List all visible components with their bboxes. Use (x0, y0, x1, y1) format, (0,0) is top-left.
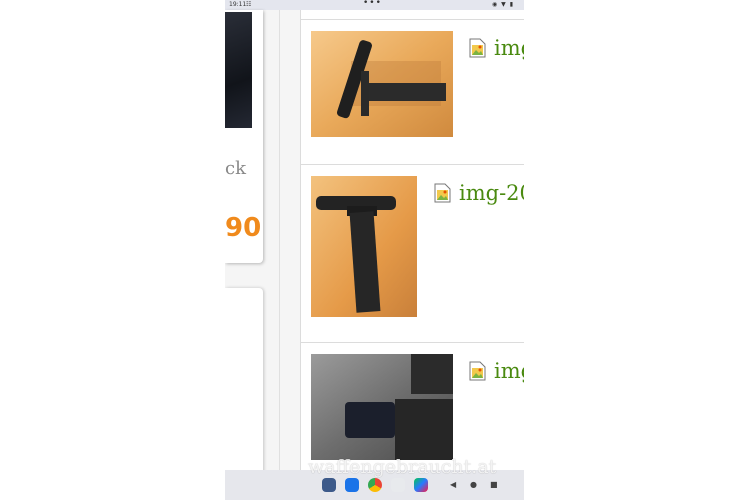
status-bar: 19:11 ☷ ••• ◉ ▼ ▮ (225, 0, 524, 10)
watermark: waffengebraucht.at (308, 456, 497, 478)
listing-card-2[interactable] (225, 288, 263, 478)
status-time: 19:11 (229, 1, 247, 8)
attachment-link[interactable]: img (469, 36, 524, 60)
divider (300, 19, 524, 20)
camera-icon[interactable] (322, 478, 336, 492)
attachment-name[interactable]: img (494, 36, 524, 60)
play-store-icon[interactable] (414, 478, 428, 492)
image-file-icon (469, 38, 486, 58)
attachment-link[interactable]: img (469, 359, 524, 383)
chrome-icon[interactable] (368, 478, 382, 492)
recents-button[interactable]: ■ (490, 480, 498, 489)
attachment-name[interactable]: img (494, 359, 524, 383)
divider (279, 10, 280, 470)
listing-image[interactable] (225, 12, 252, 128)
attachment-link[interactable]: img-20 (434, 181, 524, 205)
phone-screen: 19:11 ☷ ••• ◉ ▼ ▮ ck 90 im img-2 im ◀ ● … (225, 0, 524, 500)
status-icons: ◉ ▼ ▮ (492, 1, 514, 8)
attachment-name[interactable]: img-20 (459, 181, 524, 205)
attachment-thumbnail[interactable] (311, 31, 453, 137)
messages-icon[interactable] (345, 478, 359, 492)
divider (300, 164, 524, 165)
home-button[interactable]: ● (470, 480, 477, 489)
image-file-icon (469, 361, 486, 381)
camera-dots: ••• (363, 0, 382, 8)
divider (300, 342, 524, 343)
listing-title-partial[interactable]: ck (225, 158, 246, 179)
notification-icon: ☷ (246, 1, 252, 8)
attachment-thumbnail[interactable] (311, 176, 417, 317)
image-file-icon (434, 183, 451, 203)
listing-price-partial: 90 (225, 213, 262, 243)
assistant-icon[interactable] (391, 478, 405, 492)
back-button[interactable]: ◀ (450, 480, 456, 489)
attachment-thumbnail[interactable] (311, 354, 453, 460)
